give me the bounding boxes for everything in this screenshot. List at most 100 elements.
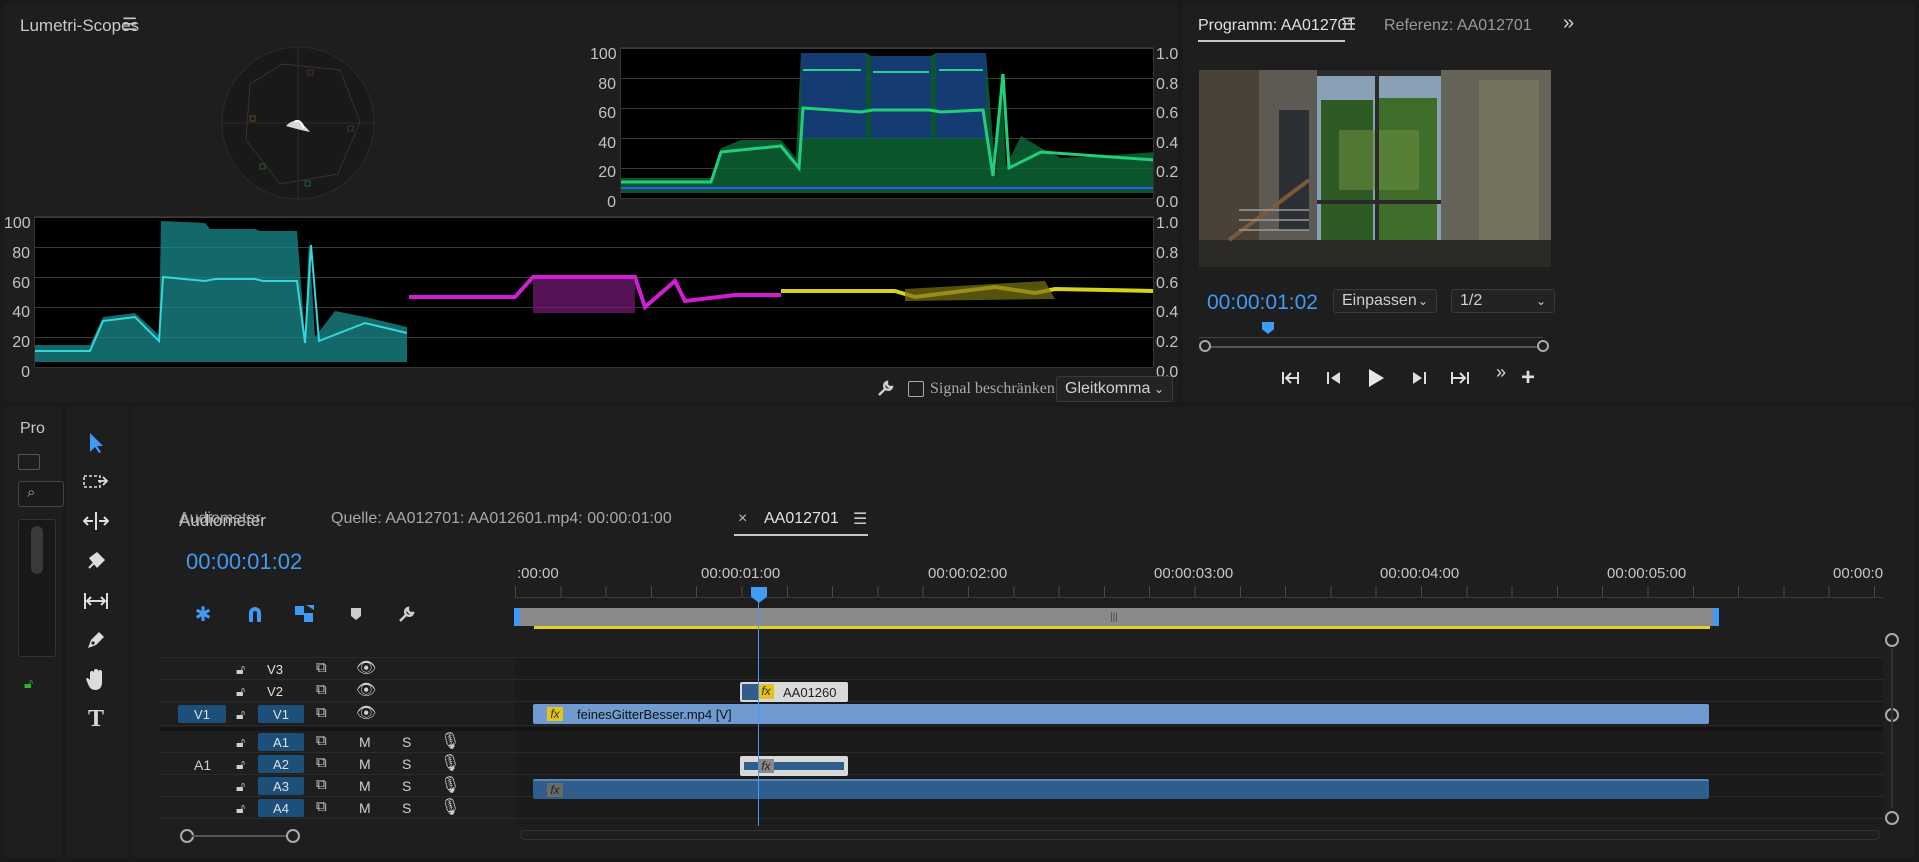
timeline-playhead-line[interactable] — [758, 600, 759, 826]
slip-tool-icon[interactable] — [76, 583, 116, 619]
add-button-icon[interactable]: + — [1521, 366, 1535, 390]
microphone-icon[interactable]: 🎙︎ — [440, 797, 460, 817]
lock-icon[interactable]: 🔓︎ — [24, 675, 33, 692]
horizontal-scrollbar[interactable] — [520, 830, 1880, 840]
solo-button[interactable]: S — [402, 734, 411, 750]
play-icon[interactable] — [1363, 365, 1389, 391]
signal-limit-checkbox[interactable] — [908, 381, 924, 397]
panel-menu-icon[interactable]: ☰ — [122, 15, 137, 35]
sync-lock-icon[interactable]: ⧉ — [316, 681, 327, 698]
step-back-icon[interactable] — [1322, 366, 1346, 390]
go-to-out-icon[interactable] — [1448, 366, 1472, 390]
track-lock-icon[interactable]: 🔓︎ — [236, 683, 245, 700]
project-title[interactable]: Pro — [20, 420, 45, 438]
type-tool-icon[interactable]: T — [76, 701, 116, 737]
selection-tool-icon[interactable] — [76, 425, 116, 461]
clip-a2[interactable]: fx — [740, 756, 848, 776]
track-lock-icon[interactable]: 🔓︎ — [236, 756, 245, 773]
tab-audiometer[interactable]: Audiometer — [179, 510, 261, 528]
header-zoom-bar[interactable] — [192, 835, 288, 837]
video-zoom-handle[interactable] — [1885, 633, 1899, 647]
pen-tool-icon[interactable] — [76, 622, 116, 658]
folder-icon[interactable] — [18, 454, 40, 470]
program-mini-ruler[interactable] — [1199, 326, 1543, 338]
wrench-icon[interactable] — [874, 376, 898, 400]
vertical-scrollbar[interactable] — [1891, 648, 1893, 808]
program-zoom-bar[interactable] — [1205, 346, 1543, 348]
eye-icon[interactable]: 👁︎ — [356, 703, 376, 723]
zoom-handle-left[interactable] — [1199, 340, 1211, 352]
source-patch-v1[interactable]: V1 — [178, 705, 226, 723]
add-marker-icon[interactable] — [344, 603, 368, 625]
work-area-grip[interactable]: ||| — [1110, 612, 1118, 623]
float-mode-dropdown[interactable]: Gleitkomma ⌄ — [1056, 376, 1173, 402]
sync-lock-icon[interactable]: ⧉ — [316, 776, 327, 793]
program-menu-icon[interactable]: ☰ — [1341, 15, 1356, 35]
work-area-end-handle[interactable] — [1713, 608, 1719, 626]
source-patch-a1[interactable]: A1 — [194, 757, 211, 773]
track-lock-icon[interactable]: 🔓︎ — [236, 661, 245, 678]
timeline-timecode[interactable]: 00:00:01:02 — [186, 549, 302, 575]
mute-button[interactable]: M — [359, 734, 371, 750]
sync-lock-icon[interactable]: ⧉ — [316, 704, 327, 721]
sync-lock-icon[interactable]: ⧉ — [316, 754, 327, 771]
transport-overflow-icon[interactable]: » — [1496, 362, 1506, 383]
sync-lock-icon[interactable]: ⧉ — [316, 798, 327, 815]
step-forward-icon[interactable] — [1407, 366, 1431, 390]
track-select-tool-icon[interactable] — [76, 464, 116, 500]
hand-tool-icon[interactable] — [76, 662, 116, 698]
track-lock-icon[interactable]: 🔓︎ — [236, 778, 245, 795]
fx-badge[interactable]: fx — [758, 759, 774, 773]
sync-lock-icon[interactable]: ⧉ — [316, 659, 327, 676]
mute-button[interactable]: M — [359, 756, 371, 772]
mute-button[interactable]: M — [359, 800, 371, 816]
clip-a3[interactable]: fx — [533, 779, 1709, 799]
snap-nest-icon[interactable]: ✱ — [190, 603, 216, 626]
zoom-handle-right[interactable] — [1537, 340, 1549, 352]
panels-overflow-icon[interactable]: » — [1563, 12, 1574, 35]
go-to-in-icon[interactable] — [1279, 366, 1303, 390]
solo-button[interactable]: S — [402, 778, 411, 794]
track-target-v3[interactable]: V3 — [258, 660, 292, 678]
clip-v1[interactable]: fx feinesGitterBesser.mp4 [V] — [533, 704, 1709, 724]
fx-badge[interactable]: fx — [547, 707, 563, 721]
project-list-scrollbar[interactable] — [18, 519, 56, 657]
track-target-a1[interactable]: A1 — [258, 733, 304, 751]
search-field[interactable]: ⌕ — [18, 481, 64, 507]
razor-tool-icon[interactable] — [76, 543, 116, 579]
tab-program[interactable]: Programm: AA012701 — [1198, 17, 1355, 35]
time-ruler[interactable] — [515, 586, 1883, 598]
track-target-v2[interactable]: V2 — [258, 682, 292, 700]
timeline-settings-wrench-icon[interactable] — [395, 603, 419, 625]
track-lock-icon[interactable]: 🔓︎ — [236, 734, 245, 751]
track-target-a3[interactable]: A3 — [258, 777, 304, 795]
eye-icon[interactable]: 👁︎ — [356, 658, 376, 678]
resolution-dropdown[interactable]: 1/2 ⌄ — [1451, 289, 1555, 313]
sequence-menu-icon[interactable]: ☰ — [853, 509, 867, 529]
microphone-icon[interactable]: 🎙︎ — [440, 731, 460, 751]
tab-reference[interactable]: Referenz: AA012701 — [1384, 17, 1532, 35]
track-lock-icon[interactable]: 🔓︎ — [236, 706, 245, 723]
linked-selection-icon[interactable] — [292, 603, 318, 625]
eye-icon[interactable]: 👁︎ — [356, 680, 376, 700]
microphone-icon[interactable]: 🎙︎ — [440, 753, 460, 773]
tab-sequence[interactable]: AA012701 — [764, 510, 839, 528]
microphone-icon[interactable]: 🎙︎ — [440, 775, 460, 795]
mute-button[interactable]: M — [359, 778, 371, 794]
close-sequence-icon[interactable]: × — [738, 510, 747, 528]
tab-source[interactable]: Quelle: AA012701: AA012601.mp4: 00:00:01… — [331, 510, 672, 528]
track-target-a4[interactable]: A4 — [258, 799, 304, 817]
fit-dropdown[interactable]: Einpassen ⌄ — [1333, 289, 1437, 313]
magnet-snap-icon[interactable] — [242, 603, 268, 625]
fx-badge[interactable]: fx — [758, 684, 774, 699]
ripple-edit-tool-icon[interactable] — [76, 503, 116, 539]
clip-v2[interactable]: fx AA01260 — [740, 682, 848, 702]
solo-button[interactable]: S — [402, 800, 411, 816]
program-timecode[interactable]: 00:00:01:02 — [1207, 291, 1318, 315]
header-zoom-right-handle[interactable] — [286, 829, 300, 843]
fx-badge[interactable]: fx — [547, 783, 563, 797]
solo-button[interactable]: S — [402, 756, 411, 772]
track-target-v1[interactable]: V1 — [258, 705, 304, 723]
track-target-a2[interactable]: A2 — [258, 755, 304, 773]
audio-zoom-handle[interactable] — [1885, 811, 1899, 825]
